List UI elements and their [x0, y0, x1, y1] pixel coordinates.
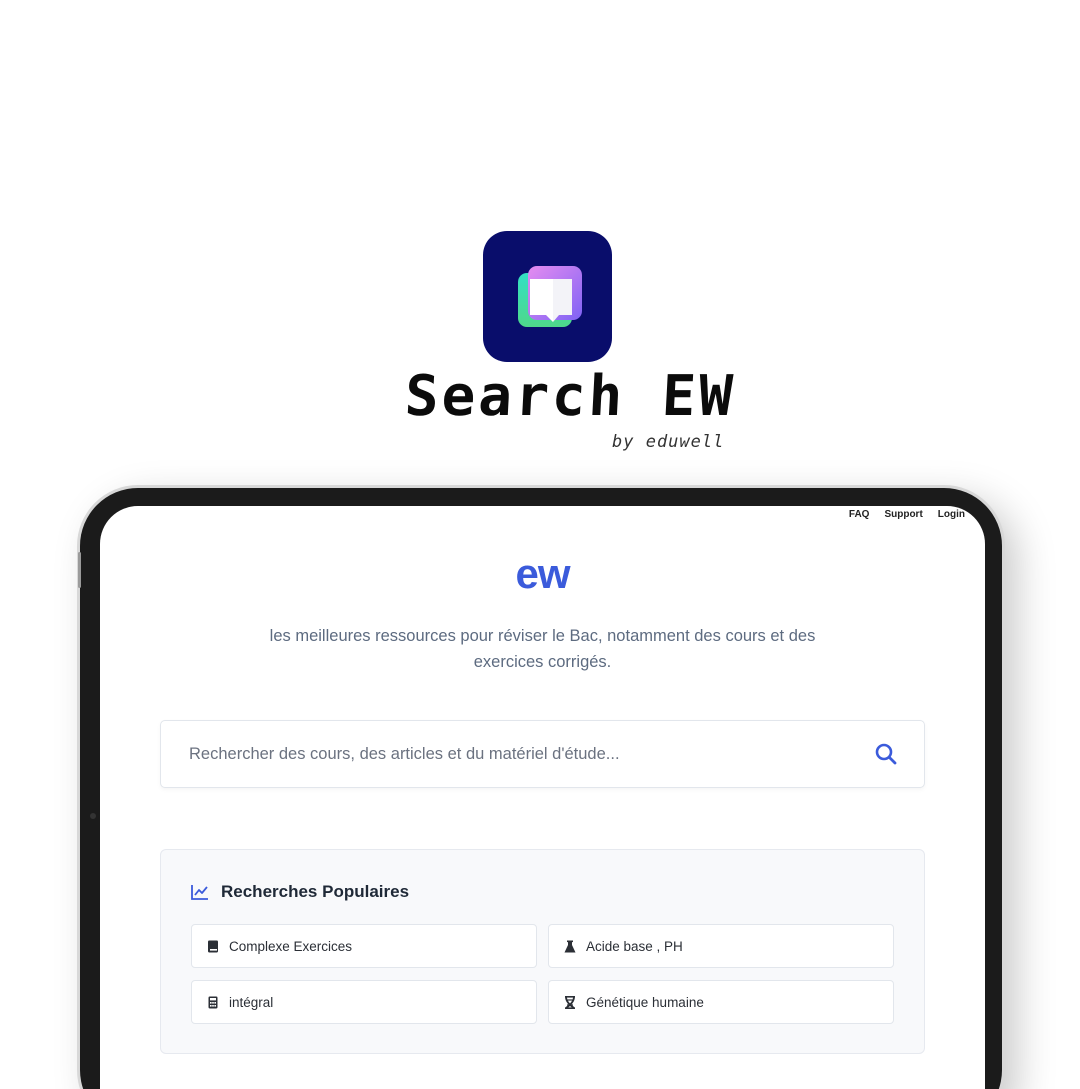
popular-searches-header: Recherches Populaires: [191, 882, 409, 902]
popular-item-label: Acide base , PH: [586, 938, 683, 954]
search-input[interactable]: [187, 741, 851, 767]
dna-icon: [563, 995, 577, 1009]
top-nav: FAQ Support Login: [849, 509, 965, 520]
popular-item-acide-base[interactable]: Acide base , PH: [548, 924, 894, 968]
popular-item-genetique-humaine[interactable]: Génétique humaine: [548, 980, 894, 1024]
brand-title: Search EW: [403, 364, 738, 429]
search-bar: [160, 720, 925, 788]
popular-item-label: intégral: [229, 994, 274, 1010]
popular-item-integral[interactable]: intégral: [191, 980, 537, 1024]
popular-item-complexe-exercices[interactable]: Complexe Exercices: [191, 924, 537, 968]
nav-link-support[interactable]: Support: [884, 509, 922, 520]
popular-item-label: Génétique humaine: [586, 994, 704, 1010]
tablet-camera: [90, 813, 96, 819]
search-button[interactable]: [873, 741, 899, 767]
app-icon: [483, 231, 612, 362]
tagline: les meilleures ressources pour réviser l…: [269, 627, 816, 671]
nav-link-login[interactable]: Login: [938, 509, 965, 520]
tablet-screen: FAQ Support Login ew les meilleures ress…: [100, 506, 985, 1089]
stage: Search EW by eduwell FAQ Support Login e…: [0, 0, 1080, 1089]
site-logo[interactable]: ew: [100, 550, 985, 598]
popular-searches-panel: Recherches Populaires Complexe Exercices: [160, 849, 925, 1054]
nav-link-faq[interactable]: FAQ: [849, 509, 870, 520]
popular-searches-title: Recherches Populaires: [221, 882, 410, 901]
book-icon: [518, 266, 582, 327]
flask-icon: [563, 939, 577, 953]
trending-chart-icon: [191, 885, 208, 900]
calculator-icon: [206, 995, 220, 1009]
search-icon: [875, 743, 897, 765]
brand-subtitle: by eduwell: [612, 432, 725, 452]
popular-item-label: Complexe Exercices: [229, 938, 353, 954]
tablet-side-button: [78, 552, 81, 588]
book-icon: [206, 939, 220, 953]
